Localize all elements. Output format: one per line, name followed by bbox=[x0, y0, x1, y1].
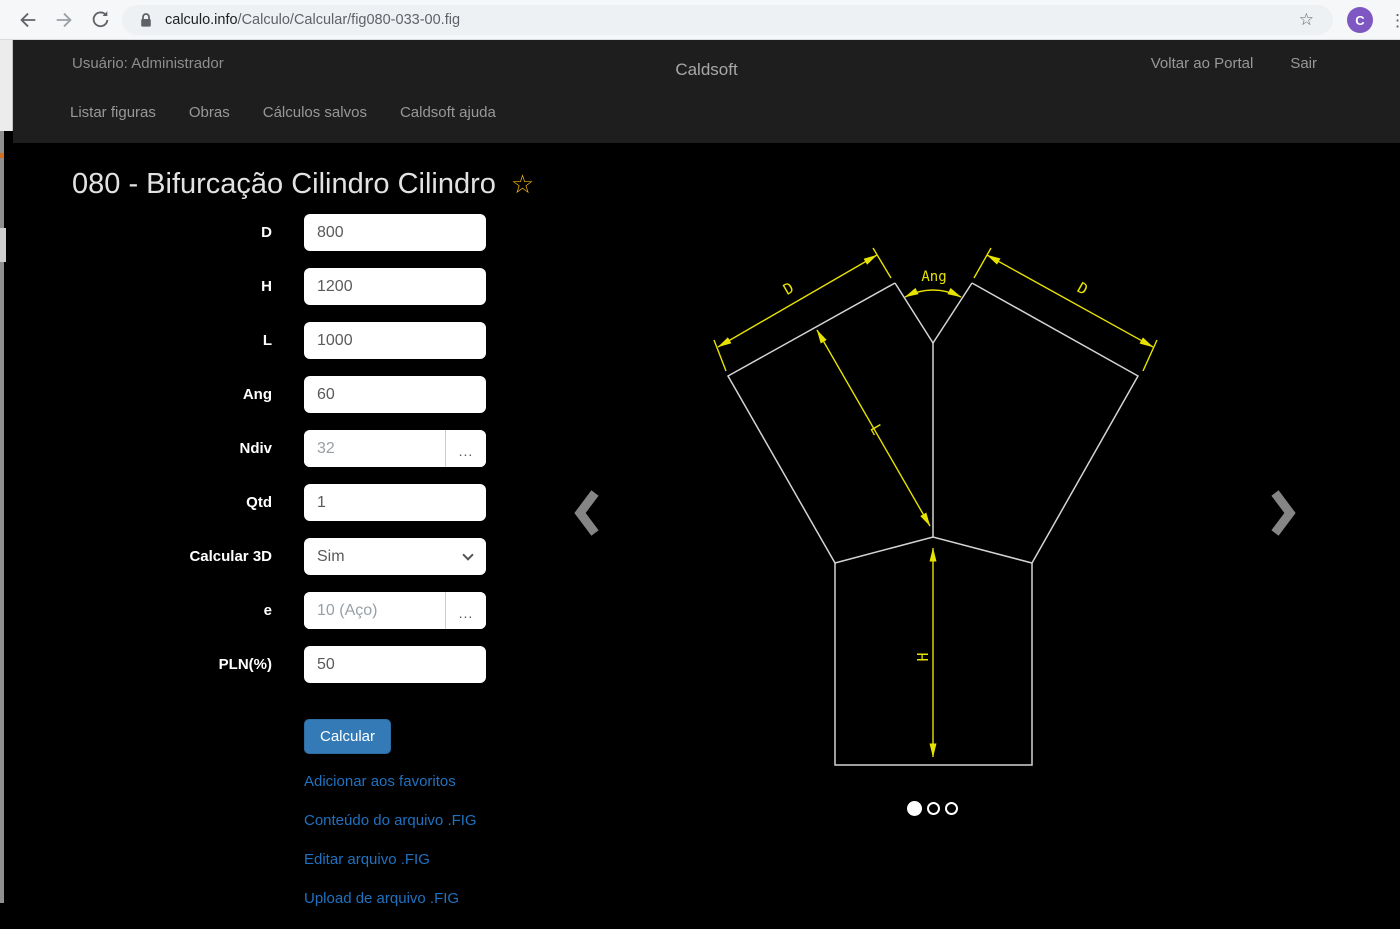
field-label-e: e bbox=[0, 592, 272, 629]
browser-forward-button[interactable] bbox=[52, 9, 76, 33]
d-input[interactable] bbox=[304, 214, 486, 251]
field-label-qtd: Qtd bbox=[0, 484, 272, 521]
pln-input[interactable] bbox=[304, 646, 486, 683]
field-label-d: D bbox=[0, 214, 272, 251]
chevron-right-icon bbox=[1270, 488, 1296, 538]
nav-item-calculos-salvos[interactable]: Cálculos salvos bbox=[263, 104, 367, 121]
lock-icon bbox=[139, 12, 153, 28]
figure-drawing: D D Ang L H bbox=[690, 245, 1180, 775]
field-row-e: e ... bbox=[0, 592, 560, 629]
carousel-next-button[interactable] bbox=[1270, 488, 1296, 541]
nav-item-caldsoft-ajuda[interactable]: Caldsoft ajuda bbox=[400, 104, 496, 121]
forward-arrow-icon bbox=[53, 9, 75, 31]
browser-toolbar: calculo.info/Calculo/Calcular/fig080-033… bbox=[0, 0, 1400, 40]
carousel-dot-3[interactable] bbox=[945, 802, 958, 815]
url-host: calculo.info bbox=[165, 12, 238, 28]
field-label-l: L bbox=[0, 322, 272, 359]
field-row-qtd: Qtd bbox=[0, 484, 560, 521]
left-edge-strip bbox=[0, 40, 13, 131]
field-row-pln: PLN(%) bbox=[0, 646, 560, 683]
favorite-star-icon[interactable]: ☆ bbox=[511, 169, 534, 200]
page-title: 080 - Bifurcação Cilindro Cilindro ☆ bbox=[72, 168, 534, 201]
carousel-dots bbox=[907, 801, 958, 816]
field-label-h: H bbox=[0, 268, 272, 305]
dimension-lines bbox=[714, 248, 1157, 757]
chevron-left-icon bbox=[574, 488, 600, 538]
browser-back-button[interactable] bbox=[16, 9, 40, 33]
calculation-form: D H L Ang Ndiv ... Qtd Calcular 3D Si bbox=[0, 214, 560, 929]
field-row-h: H bbox=[0, 268, 560, 305]
ndiv-input[interactable] bbox=[304, 430, 445, 467]
calcular-button[interactable]: Calcular bbox=[304, 719, 391, 754]
dim-label-ang: Ang bbox=[921, 269, 946, 285]
url-path: /Calculo/Calcular/fig080-033-00.fig bbox=[238, 12, 460, 28]
dim-label-l: L bbox=[866, 421, 886, 438]
back-arrow-icon bbox=[17, 9, 39, 31]
bookmark-star-icon[interactable]: ☆ bbox=[1293, 9, 1320, 31]
e-more-button[interactable]: ... bbox=[445, 592, 486, 629]
qtd-input[interactable] bbox=[304, 484, 486, 521]
link-conteudo-fig[interactable]: Conteúdo do arquivo .FIG bbox=[304, 812, 560, 829]
l-input[interactable] bbox=[304, 322, 486, 359]
browser-reload-button[interactable] bbox=[88, 9, 112, 33]
left-edge-artifact bbox=[0, 153, 4, 158]
figure-links: Adicionar aos favoritos Conteúdo do arqu… bbox=[304, 773, 560, 907]
nav-item-obras[interactable]: Obras bbox=[189, 104, 230, 121]
link-adicionar-favoritos[interactable]: Adicionar aos favoritos bbox=[304, 773, 560, 790]
dim-label-d-left: D bbox=[780, 279, 797, 299]
link-editar-fig[interactable]: Editar arquivo .FIG bbox=[304, 851, 560, 868]
field-row-d: D bbox=[0, 214, 560, 251]
ang-input[interactable] bbox=[304, 376, 486, 413]
field-row-calcular-3d: Calcular 3D Sim bbox=[0, 538, 560, 575]
dim-arc-ang bbox=[905, 290, 961, 297]
logout-link[interactable]: Sair bbox=[1290, 55, 1317, 72]
figure-title: 080 - Bifurcação Cilindro Cilindro bbox=[72, 168, 496, 201]
field-row-l: L bbox=[0, 322, 560, 359]
field-row-ang: Ang bbox=[0, 376, 560, 413]
address-bar[interactable]: calculo.info/Calculo/Calcular/fig080-033… bbox=[122, 5, 1333, 35]
portal-link[interactable]: Voltar ao Portal bbox=[1151, 55, 1254, 72]
calcular-3d-select[interactable]: Sim bbox=[304, 538, 486, 575]
browser-menu-icon[interactable]: ⋮ bbox=[1383, 8, 1400, 34]
field-label-pln: PLN(%) bbox=[0, 646, 272, 683]
carousel-dot-1[interactable] bbox=[907, 801, 922, 816]
browser-profile-avatar[interactable]: C bbox=[1347, 7, 1373, 33]
carousel-dot-2[interactable] bbox=[927, 802, 940, 815]
dim-line-d-right bbox=[987, 255, 1153, 347]
nav-item-listar-figuras[interactable]: Listar figuras bbox=[70, 104, 156, 121]
reload-icon bbox=[89, 9, 111, 31]
carousel-prev-button[interactable] bbox=[574, 488, 600, 541]
h-input[interactable] bbox=[304, 268, 486, 305]
e-input[interactable] bbox=[304, 592, 445, 629]
dim-line-d-left bbox=[718, 255, 877, 347]
main-nav: Listar figuras Obras Cálculos salvos Cal… bbox=[70, 104, 496, 121]
site-header: Usuário: Administrador Caldsoft Voltar a… bbox=[13, 40, 1400, 143]
dim-label-d-right: D bbox=[1074, 279, 1091, 299]
dim-label-h: H bbox=[914, 652, 932, 661]
link-upload-fig[interactable]: Upload de arquivo .FIG bbox=[304, 890, 560, 907]
url-text: calculo.info/Calculo/Calcular/fig080-033… bbox=[165, 12, 460, 28]
ndiv-more-button[interactable]: ... bbox=[445, 430, 486, 467]
field-label-ndiv: Ndiv bbox=[0, 430, 272, 467]
field-label-ang: Ang bbox=[0, 376, 272, 413]
field-label-calcular-3d: Calcular 3D bbox=[0, 538, 272, 575]
field-row-ndiv: Ndiv ... bbox=[0, 430, 560, 467]
